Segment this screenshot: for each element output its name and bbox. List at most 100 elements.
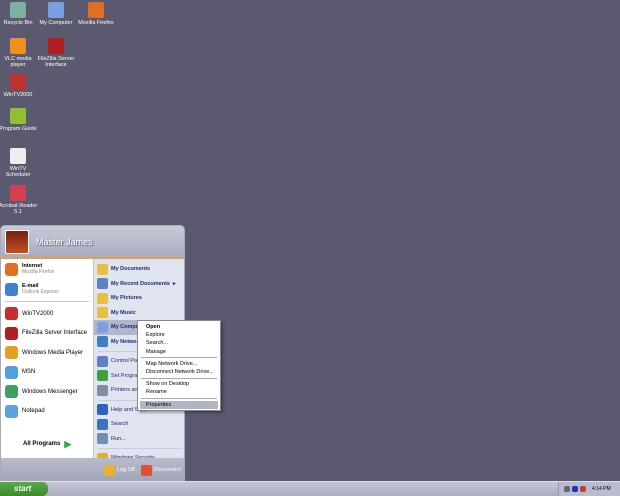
desktop-icon[interactable]: Acrobat Reader 5.1 <box>0 185 38 215</box>
start-menu-item[interactable]: My Documents <box>94 262 184 277</box>
item-label: Run... <box>111 435 126 442</box>
start-menu-header: Master James <box>1 226 184 259</box>
item-icon <box>97 404 108 416</box>
recent-program-item[interactable]: FileZilla Server Interface <box>1 324 93 344</box>
system-tray: 4:14 PM <box>558 482 620 496</box>
item-label: My Documents <box>111 266 151 273</box>
pinned-subtitle: Mozilla Firefox <box>22 269 55 275</box>
security-icon[interactable] <box>580 486 586 492</box>
start-menu-item[interactable]: Run... <box>94 432 184 447</box>
program-icon <box>5 346 18 360</box>
start-menu-left-column: Internet Mozilla Firefox E-mail Outlook Exp… <box>1 259 93 458</box>
item-icon <box>97 278 108 290</box>
clock[interactable]: 4:14 PM <box>592 486 611 492</box>
start-menu-item[interactable]: My Music <box>94 306 184 321</box>
desktop-icon[interactable]: Recycle Bin <box>0 2 38 26</box>
log-off-icon <box>103 464 115 476</box>
item-icon <box>97 384 108 396</box>
item-icon <box>97 433 108 445</box>
desktop-icon-label: WinTV2000 <box>3 92 33 98</box>
program-label: Windows Messenger <box>22 388 78 395</box>
program-label: WinTV2000 <box>22 310 54 317</box>
desktop-icon-label: FileZilla Server Interface <box>37 56 75 68</box>
disconnect-button[interactable]: Disconnect <box>140 464 181 476</box>
item-label: Search <box>111 421 129 428</box>
separator <box>98 448 182 449</box>
log-off-label: Log Off <box>116 467 135 473</box>
item-icon <box>97 292 108 304</box>
desktop-icon[interactable]: Program Guide <box>0 108 38 132</box>
context-menu-item[interactable]: Explore <box>140 331 218 339</box>
desktop-icon-image <box>48 2 64 18</box>
recent-program-item[interactable]: Notepad <box>1 402 93 422</box>
desktop-icon-label: Program Guide <box>0 126 37 132</box>
recent-program-item[interactable]: MSN <box>1 363 93 383</box>
program-icon <box>5 282 18 296</box>
context-menu: Open Explore Search... Manage Map Network Dr… <box>137 320 221 411</box>
desktop-icon[interactable]: My Computer <box>36 2 76 26</box>
desktop-icon-image <box>10 108 26 124</box>
program-label: MSN <box>22 369 36 376</box>
recent-program-item[interactable]: WinTV2000 <box>1 304 93 324</box>
desktop-icon[interactable]: VLC media player <box>0 38 38 68</box>
context-menu-item[interactable]: Manage <box>140 348 218 356</box>
start-menu-item[interactable]: My Pictures <box>94 291 184 306</box>
recent-program-item[interactable]: Windows Media Player <box>1 343 93 363</box>
program-label: Windows Media Player <box>22 349 84 356</box>
desktop-icon[interactable]: WinTV2000 <box>0 74 38 98</box>
context-menu-item[interactable]: Rename <box>140 388 218 396</box>
desktop-icon[interactable]: Mozilla Firefox <box>76 2 116 26</box>
item-icon <box>97 321 108 333</box>
desktop-icon-label: VLC media player <box>4 56 32 68</box>
context-menu-item[interactable]: Disconnect Network Drive... <box>140 368 218 376</box>
item-icon <box>97 370 108 382</box>
item-icon <box>97 263 108 275</box>
item-label: My Recent Documents <box>111 280 170 287</box>
desktop-icon-label: Acrobat Reader 5.1 <box>0 203 38 215</box>
item-label: My Music <box>111 309 136 316</box>
program-icon <box>5 385 18 399</box>
desktop-icon-image <box>10 74 26 90</box>
pinned-text: Internet Mozilla Firefox <box>22 263 54 275</box>
all-programs-button[interactable]: All Programs ▶ <box>19 434 71 454</box>
program-icon <box>5 404 18 418</box>
context-menu-item[interactable]: Show on Desktop <box>140 380 218 388</box>
disconnect-label: Disconnect <box>153 467 181 473</box>
desktop-icon-label: Mozilla Firefox <box>78 20 114 26</box>
desktop-icon-label: Recycle Bin <box>3 20 33 26</box>
media-icon[interactable] <box>572 486 578 492</box>
program-icon <box>5 307 18 321</box>
desktop-icon-image <box>48 38 64 54</box>
start-menu-item[interactable]: My Recent Documents ▸ <box>94 277 184 292</box>
item-icon <box>97 307 108 319</box>
context-menu-item[interactable]: Search... <box>140 339 218 347</box>
program-icon <box>5 365 18 379</box>
start-menu-item[interactable]: Search <box>94 417 184 432</box>
network-icon[interactable] <box>564 486 570 492</box>
desktop-icon[interactable]: FileZilla Server Interface <box>36 38 76 68</box>
pinned-item[interactable]: E-mail Outlook Express <box>1 279 93 299</box>
item-icon <box>97 418 108 430</box>
separator <box>5 301 89 302</box>
all-programs-label: All Programs <box>23 441 61 447</box>
arrow-right-icon: ▶ <box>64 438 72 449</box>
item-icon <box>97 355 108 367</box>
pinned-text: E-mail Outlook Express <box>22 283 59 295</box>
submenu-arrow-icon: ▸ <box>173 280 176 287</box>
desktop-icon[interactable]: WinTV Scheduler <box>0 148 38 178</box>
desktop-icon-image <box>10 148 26 164</box>
user-avatar <box>5 229 29 254</box>
menu-separator <box>141 398 217 399</box>
pinned-item[interactable]: Internet Mozilla Firefox <box>1 259 93 279</box>
program-icon <box>5 326 18 340</box>
recent-program-item[interactable]: Windows Messenger <box>1 382 93 402</box>
start-button[interactable]: start <box>0 482 48 496</box>
desktop-icon-label: My Computer <box>39 20 73 26</box>
context-menu-item[interactable]: Open <box>140 323 218 331</box>
user-name: Master James <box>36 236 93 247</box>
context-menu-item[interactable]: Map Network Drive... <box>140 360 218 368</box>
disconnect-icon <box>140 464 152 476</box>
context-menu-item[interactable]: Properties <box>140 400 218 409</box>
program-icon <box>5 262 18 276</box>
log-off-button[interactable]: Log Off <box>103 464 135 476</box>
